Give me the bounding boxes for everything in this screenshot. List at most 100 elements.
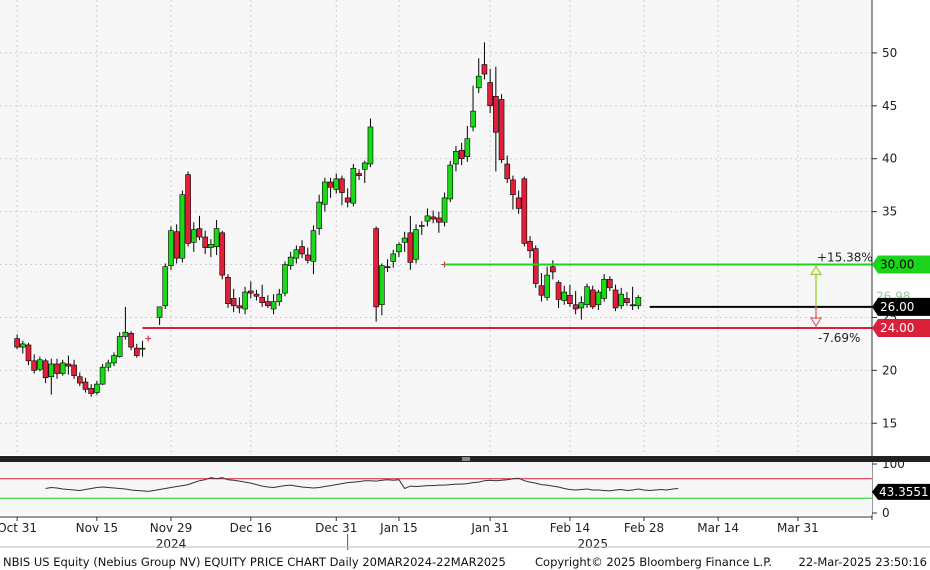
candle-up <box>156 306 163 318</box>
candle-down <box>430 216 436 220</box>
candle-down <box>76 376 83 384</box>
candle <box>350 164 357 207</box>
candle-down <box>567 294 573 304</box>
candle-up <box>111 355 117 364</box>
year-label: 2024 <box>156 537 187 551</box>
candle-up <box>282 264 288 294</box>
candle <box>584 283 590 308</box>
footer-copyright: Copyright© 2025 Bloomberg Finance L.P. <box>535 555 772 569</box>
candle-up <box>293 249 300 259</box>
footer-title: NBIS US Equity (Nebius Group NV) EQUITY … <box>3 555 506 569</box>
date-tick-label: Mar 14 <box>697 521 739 535</box>
date-tick-label: Mar 31 <box>777 521 819 535</box>
candle-down <box>225 276 231 304</box>
candle-down <box>532 248 539 284</box>
candle-up <box>601 279 607 299</box>
candle-up <box>561 291 568 301</box>
price-tick-label: 20 <box>882 363 897 377</box>
candle-down <box>236 305 243 309</box>
candle <box>99 364 106 386</box>
candle <box>441 192 448 227</box>
candle-up <box>19 343 26 348</box>
candle-up <box>322 181 328 205</box>
candle-down <box>259 297 265 303</box>
candle-down <box>373 228 379 308</box>
support-badge: 24.00 <box>872 319 930 338</box>
candle-down <box>356 173 362 176</box>
candle-down <box>436 217 442 223</box>
candle-down <box>515 197 522 209</box>
candle-down <box>230 298 237 307</box>
candle-down <box>538 285 545 296</box>
candle-up <box>213 228 220 247</box>
candle-up <box>179 194 186 259</box>
candle-up <box>475 75 482 89</box>
rsi-tick-label: 100 <box>882 457 905 471</box>
date-tick-label: Jan 15 <box>379 521 418 535</box>
candle-up <box>401 237 408 243</box>
candle-down <box>196 228 203 238</box>
downside-percent: -7.69% <box>818 331 860 345</box>
candle-up <box>162 266 169 307</box>
candle-up <box>544 274 550 298</box>
candle-up <box>48 363 55 377</box>
candle-down <box>624 298 630 303</box>
candle-down <box>88 388 94 394</box>
candle-down <box>31 360 37 371</box>
candle-up <box>242 291 248 310</box>
current-price-badge-label: 26.00 <box>880 300 914 314</box>
price-tick-label: 15 <box>882 416 897 430</box>
date-tick-label: Nov 29 <box>150 521 193 535</box>
candle-down <box>504 163 511 180</box>
candle-down <box>299 246 305 255</box>
candle-down <box>25 344 32 362</box>
candle <box>413 224 419 264</box>
candle-up <box>37 359 43 370</box>
candle-down <box>304 254 311 261</box>
panel-resize-handle <box>462 457 470 461</box>
candle-down <box>54 363 60 374</box>
price-tick-label: 35 <box>882 205 897 219</box>
candle-up <box>122 331 129 337</box>
candle-down <box>510 179 516 195</box>
support-badge-label: 24.00 <box>880 321 914 335</box>
candle-down <box>219 232 226 276</box>
price-tick-label: 45 <box>882 99 897 113</box>
candle-up <box>94 383 100 393</box>
candle-up <box>333 178 340 190</box>
price-tick-label: 40 <box>882 152 897 166</box>
candle <box>225 274 231 308</box>
candle-down <box>521 178 528 244</box>
candle-down <box>339 178 345 193</box>
candle-up <box>584 286 590 306</box>
candle-up <box>464 138 471 157</box>
candle-down <box>550 266 556 273</box>
candle-down <box>527 240 533 252</box>
candle-up <box>447 164 454 200</box>
candle-up <box>390 253 397 262</box>
date-tick-label: Oct 31 <box>0 521 37 535</box>
candle-up <box>367 126 374 165</box>
candle-up <box>190 229 197 243</box>
candle-down <box>555 282 562 300</box>
candle-down <box>498 99 505 161</box>
candle-up <box>116 336 123 357</box>
candle-up <box>379 265 385 306</box>
candle-down <box>265 301 271 307</box>
year-label: 2025 <box>577 537 608 551</box>
price-chart: +15.38%-7.69% 152025303540455026.9830.00… <box>0 0 930 570</box>
candle <box>532 245 539 288</box>
upside-percent: +15.38% <box>817 251 873 265</box>
candle-down <box>344 197 351 203</box>
date-tick-label: Dec 31 <box>315 521 357 535</box>
date-tick-label: Jan 31 <box>470 521 509 535</box>
candle-up <box>396 244 402 253</box>
candle <box>162 263 169 309</box>
candle-up <box>208 244 214 248</box>
candle-up <box>350 167 357 204</box>
resistance-badge: 30.00 <box>872 255 930 274</box>
candle-down <box>607 279 613 289</box>
candle-down <box>202 236 208 248</box>
candle-down <box>629 304 636 307</box>
candle <box>179 190 186 263</box>
